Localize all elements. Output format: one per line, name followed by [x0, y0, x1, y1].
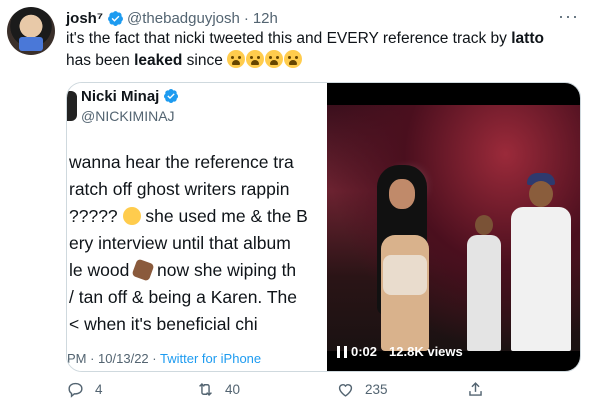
display-name[interactable]: josh⁷	[66, 10, 103, 27]
verified-badge-icon	[107, 10, 124, 27]
tweet-text: it's the fact that nicki tweeted this an…	[66, 28, 576, 72]
screenshot-source: Twitter for iPhone	[159, 351, 262, 366]
tweet-text-part-1: it's the fact that nicki tweeted this an…	[66, 30, 512, 47]
video-player[interactable]: 0:02 12.8K views	[327, 83, 580, 371]
reply-button[interactable]: 4	[66, 380, 103, 399]
screenshot-line: ratch off ghost writers rappin	[69, 179, 290, 199]
crying-face-icon	[284, 50, 303, 68]
screenshot-line: ery interview until that album	[69, 233, 291, 253]
screenshot-line: wanna hear the reference tra	[69, 152, 294, 172]
separator-dot: ·	[243, 9, 249, 27]
reply-count: 4	[95, 382, 103, 397]
screenshot-handle: @NICKIMINAJ	[81, 108, 175, 124]
crying-face-icon	[227, 50, 246, 68]
share-icon	[469, 382, 482, 396]
screenshot-line: < when it's beneficial chi	[69, 314, 258, 334]
reply-icon	[68, 382, 83, 398]
tweet-text-bold-2: leaked	[134, 52, 183, 69]
laughing-face-icon	[122, 207, 141, 225]
retweet-count: 40	[225, 382, 241, 397]
tweet-text-part-3: since	[182, 52, 228, 69]
tweet-header: josh⁷ @thebadguyjosh · 12h	[66, 8, 278, 28]
screenshot-footer: PM · 10/13/22 · Twitter for iPhone	[67, 351, 261, 366]
pause-icon[interactable]	[337, 345, 347, 358]
screenshot-line-text: ?????	[69, 206, 123, 226]
tweet-text-part-2: has been	[66, 52, 135, 69]
screenshot-date: PM · 10/13/22 ·	[67, 351, 160, 366]
screenshot-line: ????? she used me & the B	[69, 203, 325, 230]
screenshot-name-text: Nicki Minaj	[81, 88, 160, 105]
screenshot-line-text: now she wiping th	[152, 260, 297, 280]
share-button[interactable]	[466, 380, 495, 399]
more-options-icon[interactable]: ···	[558, 6, 579, 27]
video-frame	[327, 105, 580, 351]
screenshot-text: wanna hear the reference tra ratch off g…	[69, 149, 325, 338]
retweet-button[interactable]: 40	[196, 380, 240, 399]
screenshot-line: le wood now she wiping th	[69, 257, 325, 284]
video-controls: 0:02 12.8K views	[337, 344, 463, 359]
tweet[interactable]: josh⁷ @thebadguyjosh · 12h ··· it's the …	[0, 0, 595, 414]
screenshot-line: / tan off & being a Karen. The	[69, 287, 297, 307]
action-bar: 4 40 235	[66, 380, 506, 406]
video-elapsed: 0:02	[351, 344, 378, 359]
media-container[interactable]: Nicki Minaj @NICKIMINAJ wanna hear the r…	[66, 82, 581, 372]
screenshot-avatar	[67, 91, 77, 121]
crying-face-icon	[246, 50, 265, 68]
tweet-text-bold-1: latto	[511, 30, 544, 47]
avatar[interactable]	[7, 7, 55, 55]
video-views: 12.8K views	[389, 344, 463, 359]
screenshot-line-text: le wood	[69, 260, 135, 280]
retweet-icon	[199, 382, 212, 397]
like-count: 235	[365, 382, 388, 397]
embedded-screenshot-image[interactable]: Nicki Minaj @NICKIMINAJ wanna hear the r…	[67, 83, 327, 371]
like-button[interactable]: 235	[336, 380, 388, 399]
screenshot-display-name: Nicki Minaj	[81, 88, 183, 105]
heart-icon	[338, 384, 353, 397]
timestamp[interactable]: 12h	[253, 10, 278, 27]
handle[interactable]: @thebadguyjosh	[127, 10, 240, 27]
screenshot-line-text: she used me & the B	[140, 206, 308, 226]
crying-face-icon	[265, 50, 284, 68]
verified-badge-icon	[163, 88, 180, 105]
